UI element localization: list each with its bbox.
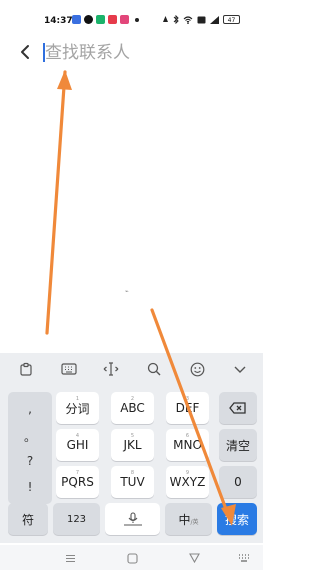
key-4[interactable]: 4 GHI [56, 429, 99, 461]
clear-key-label: 清空 [225, 438, 250, 453]
home-icon [126, 552, 138, 564]
numbers-key-label: 123 [66, 513, 87, 525]
keyboard-toolbar [0, 353, 263, 385]
symbol-key-label: 符 [21, 512, 34, 527]
key-9-label: WXYZ [169, 475, 206, 489]
lang-english: /英 [190, 518, 199, 526]
punct-question[interactable]: ? [8, 454, 52, 468]
backspace-key[interactable] [219, 392, 257, 424]
key-5[interactable]: 5 JKL [111, 429, 154, 461]
key-9-number: 9 [185, 470, 190, 476]
chat-notification-icon [84, 15, 93, 24]
clipboard-icon[interactable] [18, 361, 34, 377]
search-key-label: 搜索 [224, 512, 249, 527]
zero-key-label: 0 [234, 475, 242, 489]
navigation-bar [0, 545, 263, 570]
microphone-icon [123, 512, 142, 526]
search-input[interactable] [45, 41, 245, 65]
status-bar: 14:37 47 [0, 0, 263, 34]
symbol-key[interactable]: 符 [8, 503, 48, 535]
key-3[interactable]: 3 DEF [166, 392, 209, 424]
arrow-to-search [45, 70, 72, 335]
search-icon[interactable] [146, 361, 162, 377]
keyboard: , 。 ? ! 1 分词 2 ABC 3 DEF 4 GHI 5 JKL 6 M… [0, 353, 263, 543]
key-5-label: JKL [123, 438, 142, 452]
mobile-data-icon [197, 16, 206, 23]
numbers-key[interactable]: 123 [53, 503, 100, 535]
key-8-label: TUV [120, 475, 145, 489]
more-notifications-icon [135, 17, 139, 22]
language-toggle-key[interactable]: 中/英 [165, 503, 212, 535]
back-button[interactable] [16, 42, 36, 62]
bluetooth-icon [173, 15, 179, 24]
key-2-label: ABC [120, 401, 145, 415]
search-key[interactable]: 搜索 [217, 503, 257, 535]
punct-comma[interactable]: , [8, 402, 52, 416]
loading-mark: ⌁ [125, 288, 129, 295]
language-toggle-label: 中/英 [178, 511, 198, 528]
punctuation-column[interactable]: , 。 ? ! [8, 392, 52, 504]
keyboard-layout-icon[interactable] [61, 361, 77, 377]
text-cursor [43, 43, 45, 62]
signal-icon [210, 15, 219, 24]
green-app-notification-icon [96, 15, 105, 24]
key-2[interactable]: 2 ABC [111, 392, 154, 424]
battery-icon: 47 [223, 15, 240, 24]
key-1-label: 分词 [65, 401, 90, 416]
space-key[interactable] [105, 503, 160, 535]
menu-icon [65, 554, 75, 562]
key-4-label: GHI [66, 438, 89, 452]
key-3-label: DEF [175, 401, 200, 415]
key-7-label: PQRS [61, 475, 94, 489]
key-1-number: 1 [75, 396, 80, 402]
key-6-number: 6 [185, 433, 190, 439]
pink-app-notification-icon [120, 15, 129, 24]
key-7-number: 7 [75, 470, 80, 476]
backspace-icon [229, 402, 246, 414]
system-icons: 47 [162, 15, 240, 24]
keyboard-switch-icon [239, 553, 249, 562]
emoji-icon[interactable] [189, 361, 205, 377]
chevron-left-icon [21, 45, 29, 59]
red-app-notification-icon [108, 15, 117, 24]
clear-key[interactable]: 清空 [219, 429, 257, 461]
status-time: 14:37 [44, 16, 73, 26]
menu-nav-button[interactable] [64, 552, 76, 564]
alarm-icon [163, 16, 168, 22]
punct-exclamation[interactable]: ! [8, 480, 52, 494]
key-9[interactable]: 9 WXYZ [166, 466, 209, 498]
collapse-keyboard-icon[interactable] [232, 361, 248, 377]
key-8-number: 8 [130, 470, 135, 476]
punct-period[interactable]: 。 [8, 428, 52, 445]
home-nav-button[interactable] [126, 552, 138, 564]
key-6-label: MNO [173, 438, 202, 452]
lang-chinese: 中 [178, 512, 191, 527]
key-5-number: 5 [130, 433, 135, 439]
key-8[interactable]: 8 TUV [111, 466, 154, 498]
notification-icons [72, 15, 139, 24]
back-triangle-icon [188, 553, 200, 563]
zero-key[interactable]: 0 [219, 466, 257, 498]
keyboard-switch-button[interactable] [238, 552, 250, 564]
key-6[interactable]: 6 MNO [166, 429, 209, 461]
key-4-number: 4 [75, 433, 80, 439]
wifi-icon [183, 15, 193, 24]
back-nav-button[interactable] [188, 552, 200, 564]
key-2-number: 2 [130, 396, 135, 402]
key-1[interactable]: 1 分词 [56, 392, 99, 424]
app-notification-icon [72, 15, 81, 24]
key-3-number: 3 [185, 396, 190, 402]
cursor-move-icon[interactable] [103, 361, 119, 377]
key-7[interactable]: 7 PQRS [56, 466, 99, 498]
